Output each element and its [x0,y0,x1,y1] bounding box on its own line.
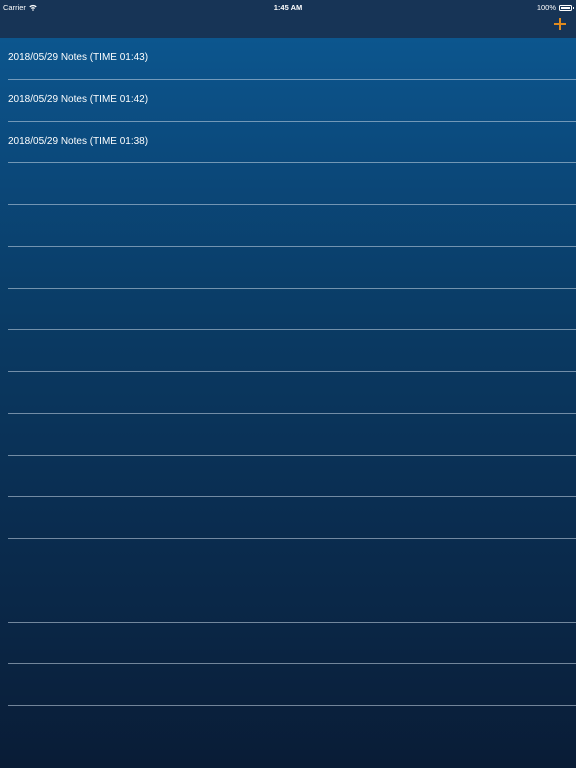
navigation-bar [0,14,576,38]
note-list-item[interactable]: 2018/05/29 Notes (TIME 01:43) [8,38,576,80]
empty-list-row [8,456,576,498]
notes-list: 2018/05/29 Notes (TIME 01:43) 2018/05/29 … [0,38,576,706]
battery-tip [572,6,574,9]
app-window: Carrier 1:45 AM 100% 2018/05/29 Notes (T… [0,0,576,768]
empty-list-row [8,623,576,665]
empty-list-row [8,581,576,623]
add-note-button[interactable] [552,16,568,32]
status-time: 1:45 AM [273,3,303,12]
empty-list-row [8,372,576,414]
empty-list-row [8,205,576,247]
empty-list-row [8,539,576,581]
empty-list-row [8,163,576,205]
battery-fill [561,6,570,9]
empty-list-row [8,330,576,372]
note-title: 2018/05/29 Notes (TIME 01:43) [8,52,149,63]
empty-list-row [8,289,576,331]
note-list-item[interactable]: 2018/05/29 Notes (TIME 01:38) [8,122,576,164]
note-list-item[interactable]: 2018/05/29 Notes (TIME 01:42) [8,80,576,122]
battery-icon [559,4,574,11]
note-title: 2018/05/29 Notes (TIME 01:42) [8,93,149,105]
status-bar: Carrier 1:45 AM 100% [0,0,576,14]
note-title: 2018/05/29 Notes (TIME 01:38) [8,135,149,147]
status-battery: 100% [536,3,574,12]
empty-list-row [8,497,576,539]
empty-list-row [8,414,576,456]
empty-list-row [8,247,576,289]
empty-list-row [8,664,576,706]
battery-percent: 100% [536,3,556,12]
